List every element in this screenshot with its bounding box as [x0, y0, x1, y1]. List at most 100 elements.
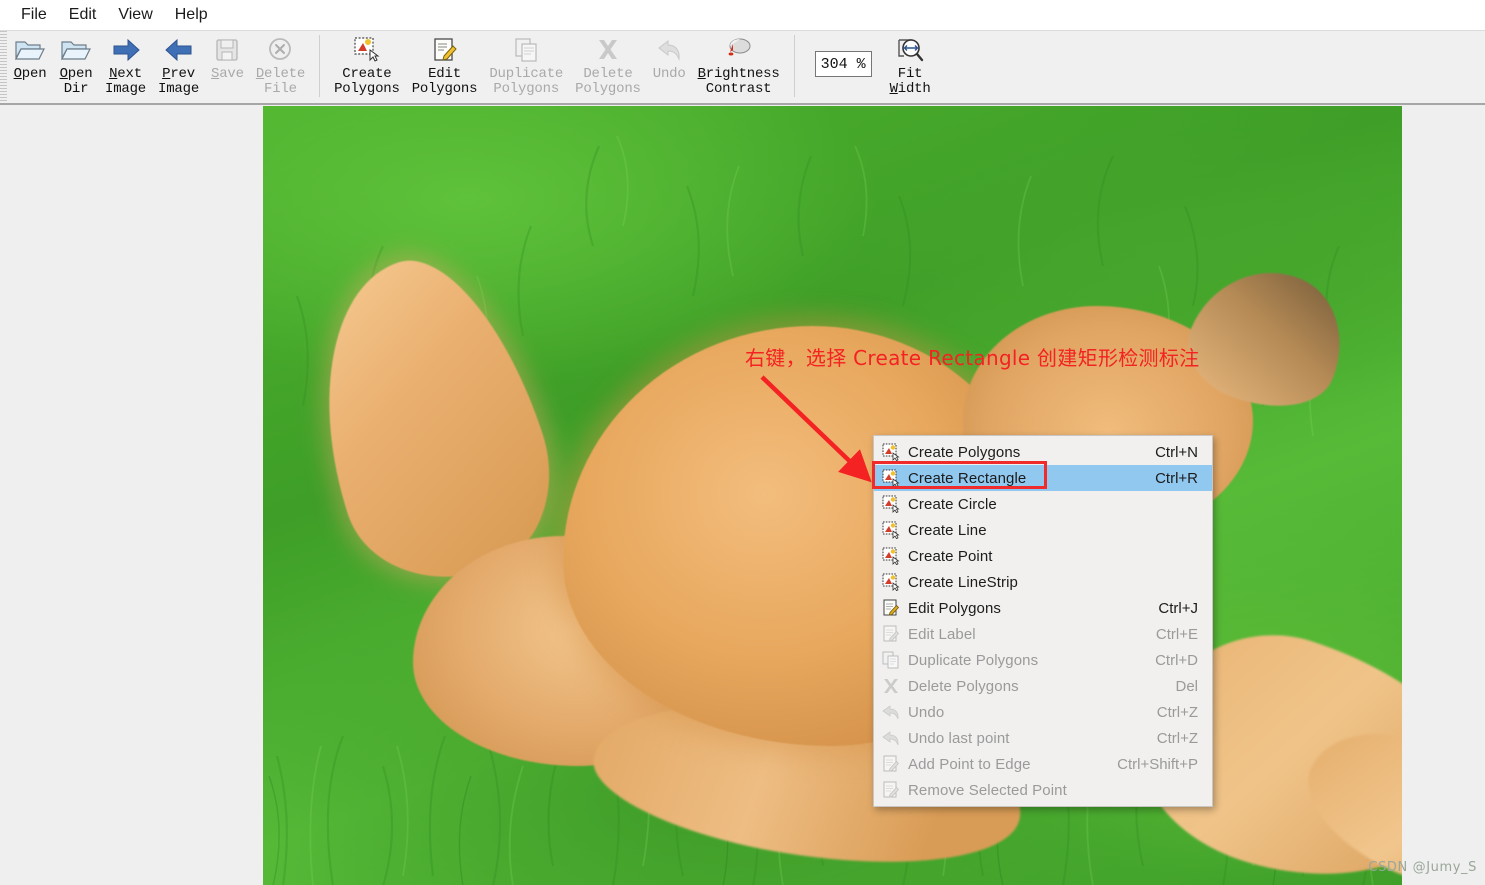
context-menu-item-edit-label[interactable]: Edit Label Ctrl+E [874, 621, 1212, 647]
context-menu-item-add-point-to-edge[interactable]: Add Point to Edge Ctrl+Shift+P [874, 751, 1212, 777]
toolbar-label-undo: Undo [652, 66, 686, 82]
menubar-item-edit[interactable]: Edit [58, 3, 108, 27]
context-menu-item-duplicate-polygons[interactable]: Duplicate Polygons Ctrl+D [874, 647, 1212, 673]
context-menu-item-edit-polygons[interactable]: Edit Polygons Ctrl+J [874, 595, 1212, 621]
context-menu-label: Undo [908, 703, 945, 721]
toolbar-label-create-polygons: Create Polygons [334, 66, 400, 97]
context-menu-item-undo[interactable]: Undo Ctrl+Z [874, 699, 1212, 725]
context-menu-label: Create Point [908, 547, 993, 565]
menubar-item-file[interactable]: File [10, 3, 58, 27]
duplicate-icon [874, 651, 908, 669]
context-menu-label: Create Line [908, 521, 987, 539]
duplicate-polygon-icon [512, 35, 540, 65]
menu-bar: File Edit View Help [0, 0, 1485, 30]
toolbar-label-open-dir: Open Dir [59, 66, 93, 97]
brightness-contrast-icon [724, 35, 754, 65]
create-shape-icon [874, 573, 908, 591]
context-menu-item-create-point[interactable]: Create Point [874, 543, 1212, 569]
context-menu-label: Create Rectangle [908, 469, 1027, 487]
context-menu-label: Edit Polygons [908, 599, 1002, 617]
toolbar-label-duplicate-polygons: Duplicate Polygons [489, 66, 564, 97]
canvas-area[interactable]: 右键，选择 Create Rectangle 创建矩形检测标注 Create P… [0, 106, 1485, 885]
context-menu-item-create-polygons[interactable]: Create Polygons Ctrl+N [874, 439, 1212, 465]
fit-width-zoom-icon [895, 35, 925, 65]
create-polygon-icon [352, 35, 382, 65]
toolbar-label-delete-file: Delete File [255, 66, 306, 97]
context-menu-item-delete-polygons[interactable]: Delete Polygons Del [874, 673, 1212, 699]
context-menu-item-undo-last-point[interactable]: Undo last point Ctrl+Z [874, 725, 1212, 751]
context-menu-shortcut: Del [1175, 677, 1198, 695]
context-menu-label: Undo last point [908, 729, 1010, 747]
open-folder-dir-icon [59, 35, 93, 65]
create-shape-icon [874, 521, 908, 539]
delete-x-icon [874, 677, 908, 695]
arrow-right-icon [109, 35, 143, 65]
toolbar-button-open[interactable]: OOpenpen [7, 31, 53, 104]
toolbar-label-edit-polygons: Edit Polygons [411, 66, 478, 97]
toolbar-button-delete-file[interactable]: Delete File [250, 31, 311, 104]
context-menu-shortcut: Ctrl+D [1155, 651, 1198, 669]
context-menu-item-create-rectangle[interactable]: Create Rectangle Ctrl+R [874, 465, 1212, 491]
toolbar-button-delete-polygons[interactable]: Delete Polygons [569, 31, 647, 104]
toolbar-label-fit-width: Fit Width [889, 66, 931, 97]
edit-pencil-icon [874, 599, 908, 617]
floppy-save-icon [213, 35, 241, 65]
create-shape-icon [874, 443, 908, 461]
menubar-item-view[interactable]: View [107, 3, 163, 27]
zoom-level-input[interactable]: 304 % [814, 51, 872, 77]
toolbar-button-brightness-contrast[interactable]: Brightness Contrast [692, 31, 786, 104]
delete-polygon-x-icon [593, 35, 623, 65]
create-shape-icon [874, 495, 908, 513]
context-menu-shortcut: Ctrl+E [1155, 625, 1198, 643]
context-menu-label: Add Point to Edge [908, 755, 1031, 773]
toolbar-drag-handle[interactable] [0, 31, 7, 103]
arrow-left-icon [162, 35, 196, 65]
context-menu-shortcut: Ctrl+R [1155, 469, 1198, 487]
context-menu-label: Duplicate Polygons [908, 651, 1039, 669]
edit-pencil-icon [874, 781, 908, 799]
toolbar-button-next-image[interactable]: Next Image [99, 31, 152, 104]
toolbar-label-save: Save [211, 66, 244, 82]
context-menu-label: Create LineStrip [908, 573, 1018, 591]
context-menu-item-remove-selected-point[interactable]: Remove Selected Point [874, 777, 1212, 803]
context-menu-label: Create Polygons [908, 443, 1021, 461]
context-menu-label: Remove Selected Point [908, 781, 1067, 799]
context-menu-shortcut: Ctrl+Shift+P [1117, 755, 1198, 773]
watermark: CSDN @Jumy_S [1368, 860, 1477, 875]
toolbar-button-edit-polygons[interactable]: Edit Polygons [406, 31, 484, 104]
context-menu-item-create-linestrip[interactable]: Create LineStrip [874, 569, 1212, 595]
menubar-item-help[interactable]: Help [164, 3, 219, 27]
context-menu-shortcut: Ctrl+Z [1156, 703, 1198, 721]
undo-arrow-icon [874, 703, 908, 721]
toolbar-button-undo[interactable]: Undo [647, 31, 692, 104]
toolbar-button-open-dir[interactable]: Open Dir [53, 31, 99, 104]
create-shape-icon [874, 547, 908, 565]
context-menu-label: Create Circle [908, 495, 997, 513]
toolbar-button-create-polygons[interactable]: Create Polygons [328, 31, 406, 104]
edit-polygon-icon [431, 35, 459, 65]
context-menu-item-create-circle[interactable]: Create Circle [874, 491, 1212, 517]
toolbar-label-next-image: Next Image [105, 66, 147, 97]
toolbar-separator-1 [319, 35, 321, 97]
undo-arrow-icon [654, 35, 684, 65]
context-menu[interactable]: Create Polygons Ctrl+N Create Rectangle … [872, 435, 1213, 807]
toolbar-label-prev-image: Prev Image [158, 66, 200, 97]
toolbar-button-fit-width[interactable]: Fit Width [884, 31, 937, 104]
undo-arrow-icon [874, 729, 908, 747]
toolbar-label-delete-polygons: Delete Polygons [575, 66, 641, 97]
context-menu-shortcut: Ctrl+N [1155, 443, 1198, 461]
context-menu-label: Edit Label [908, 625, 976, 643]
context-menu-label: Delete Polygons [908, 677, 1019, 695]
toolbar-separator-2 [793, 35, 795, 97]
context-menu-shortcut: Ctrl+Z [1156, 729, 1198, 747]
context-menu-item-create-line[interactable]: Create Line [874, 517, 1212, 543]
toolbar-button-duplicate-polygons[interactable]: Duplicate Polygons [483, 31, 569, 104]
toolbar-button-prev-image[interactable]: Prev Image [152, 31, 205, 104]
toolbar-button-save[interactable]: Save [205, 31, 250, 104]
toolbar: OOpenpen Open Dir Next Image Prev Image [0, 30, 1485, 105]
toolbar-label-open: OOpenpen [13, 66, 47, 82]
open-folder-icon [13, 35, 47, 65]
context-menu-shortcut: Ctrl+J [1158, 599, 1198, 617]
annotation-text: 右键，选择 Create Rectangle 创建矩形检测标注 [745, 346, 1200, 370]
annotated-image[interactable] [263, 106, 1402, 885]
